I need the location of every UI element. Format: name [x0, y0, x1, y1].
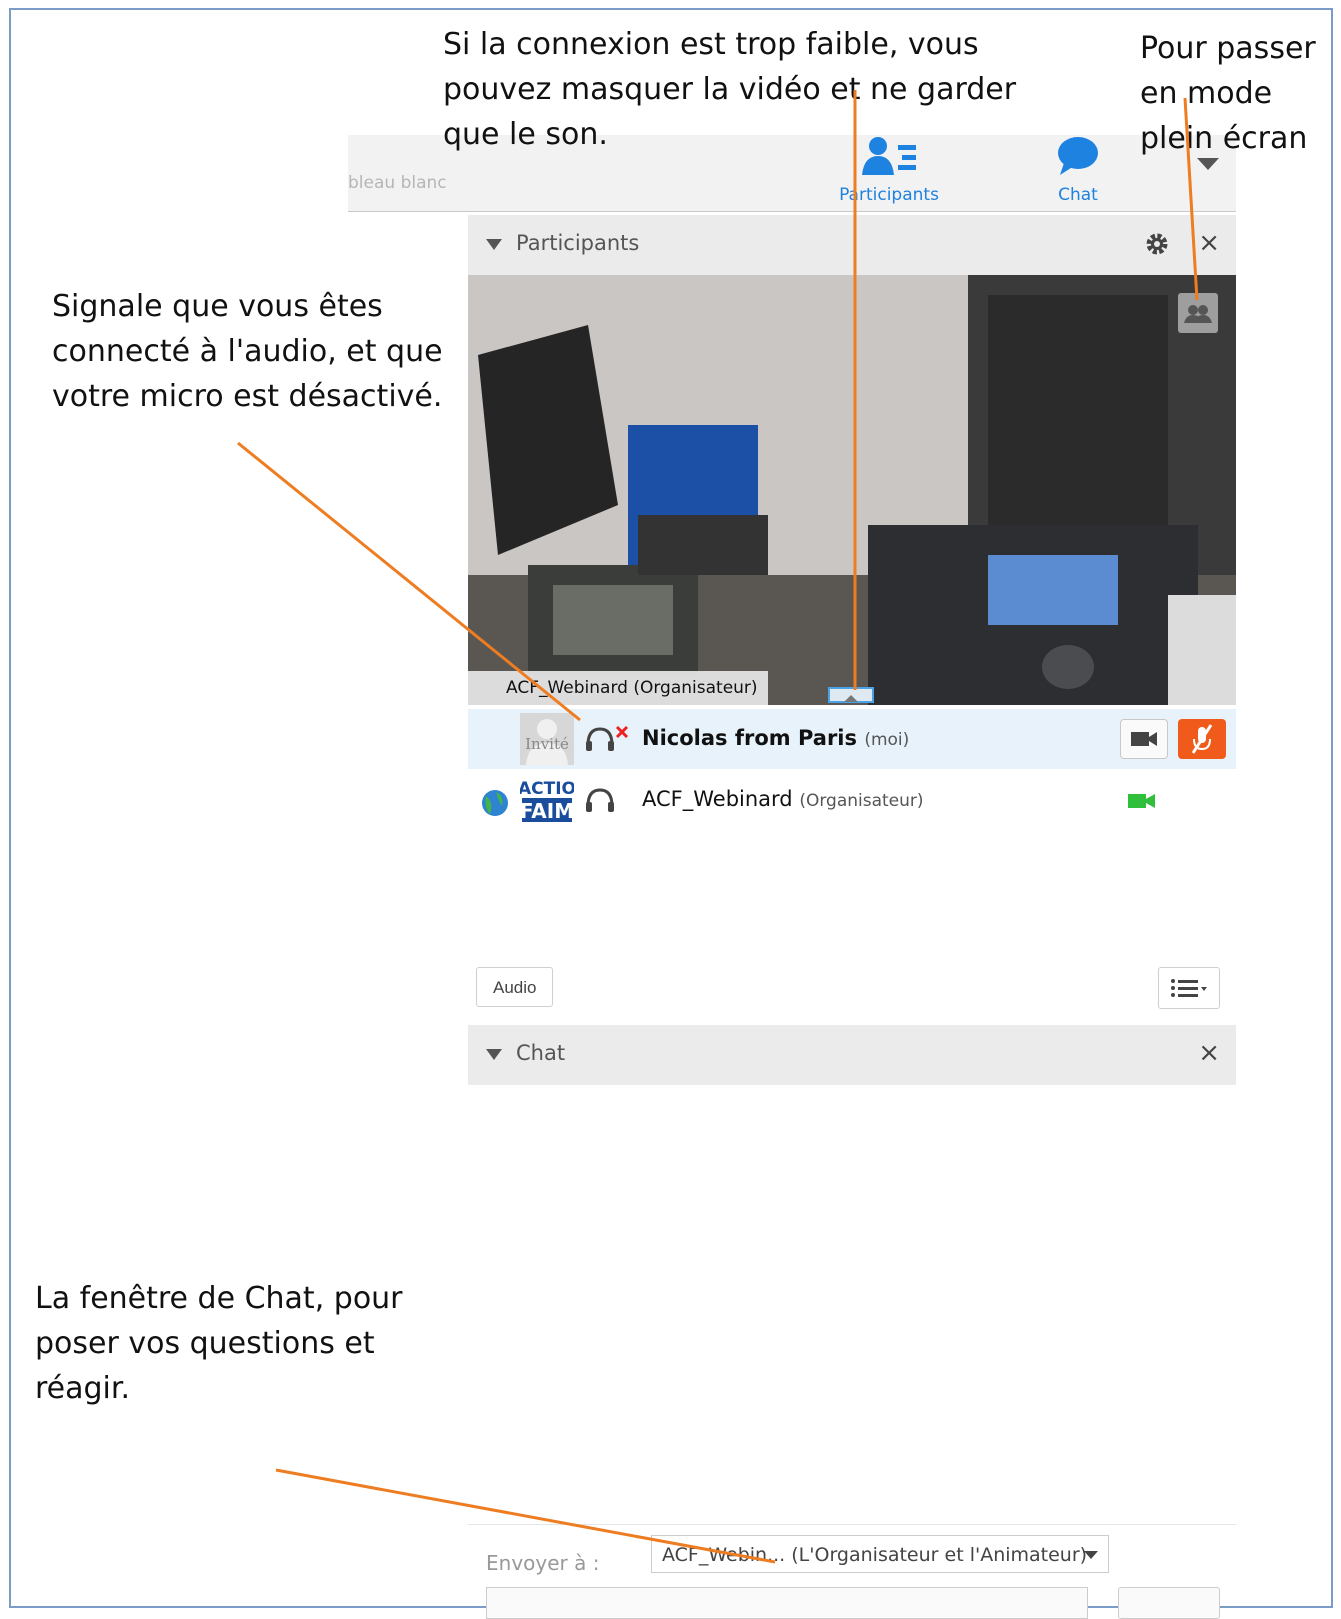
globe-status-icon [482, 790, 508, 816]
video-frame-image [468, 275, 1236, 705]
chat-send-row: Envoyer à : ACF_Webin... (L'Organisateur… [468, 1524, 1236, 1619]
send-to-select[interactable]: ACF_Webin... (L'Organisateur et l'Animat… [651, 1535, 1109, 1573]
list-options-button[interactable] [1158, 967, 1220, 1009]
participant-role: (moi) [864, 730, 910, 750]
hide-video-button[interactable] [828, 687, 874, 703]
audio-headset-icon [586, 788, 614, 812]
microphone-off-icon [1191, 724, 1213, 754]
camera-icon [1131, 732, 1157, 746]
audio-muted-headset-icon [586, 725, 629, 751]
fullscreen-button[interactable] [1178, 293, 1218, 333]
video-speaker-label: ACF_Webinard (Organisateur) [468, 671, 768, 705]
svg-text:ACTIO: ACTIO [520, 779, 574, 799]
list-menu-icon [1171, 979, 1207, 997]
guest-avatar-icon: Invité [520, 713, 574, 765]
participants-close-icon[interactable]: × [1198, 228, 1220, 258]
camera-active-icon [1128, 794, 1155, 808]
chat-panel-title: Chat [516, 1041, 566, 1065]
participant-video: ACF_Webinard (Organisateur) [468, 275, 1236, 705]
mute-button[interactable] [1178, 719, 1226, 759]
svg-text:Invité: Invité [525, 735, 569, 753]
participant-row-organizer[interactable]: ACTIO FAIM ACF_Webinard (Organisateur) [468, 770, 1236, 830]
annotation-hide-video: Si la connexion est trop faible, vous po… [443, 27, 1017, 152]
chat-toolbar-label: Chat [1058, 185, 1098, 205]
chat-panel-header: Chat × [468, 1025, 1236, 1085]
participants-toolbar-label: Participants [839, 185, 939, 205]
collapse-triangle-icon[interactable] [486, 1049, 502, 1061]
video-toggle-button[interactable] [1120, 719, 1168, 759]
audio-button[interactable]: Audio [476, 967, 554, 1007]
send-to-label: Envoyer à : [486, 1551, 600, 1575]
chevron-down-icon [1084, 1551, 1098, 1559]
participant-role: (Organisateur) [799, 791, 924, 811]
gear-icon[interactable] [1144, 231, 1170, 257]
organizer-logo-icon: ACTIO FAIM [518, 774, 576, 826]
annotation-audio-status: Signale que vous êtes connecté à l'audio… [52, 289, 443, 414]
fullscreen-people-icon [1184, 305, 1212, 323]
participant-name: Nicolas from Paris (moi) [642, 726, 910, 750]
participant-row-me[interactable]: Invité Nicolas from Paris (moi) [468, 709, 1236, 769]
chat-close-icon[interactable]: × [1198, 1038, 1220, 1068]
chevron-up-icon [844, 695, 858, 702]
annotation-chat-window: La fenêtre de Chat, pour poser vos quest… [35, 1281, 403, 1406]
send-to-value: ACF_Webin... (L'Organisateur et l'Animat… [662, 1544, 1088, 1566]
whiteboard-tab-label[interactable]: bleau blanc [348, 173, 447, 193]
collapse-triangle-icon[interactable] [486, 239, 502, 251]
annotation-fullscreen: Pour passer en mode plein écran [1140, 31, 1316, 156]
participant-name: ACF_Webinard (Organisateur) [642, 787, 924, 811]
participants-panel-header: Participants × [468, 215, 1236, 275]
avatar: Invité [520, 713, 574, 765]
participants-panel-title: Participants [516, 231, 640, 255]
avatar: ACTIO FAIM [518, 774, 576, 826]
svg-text:FAIM: FAIM [520, 799, 574, 823]
